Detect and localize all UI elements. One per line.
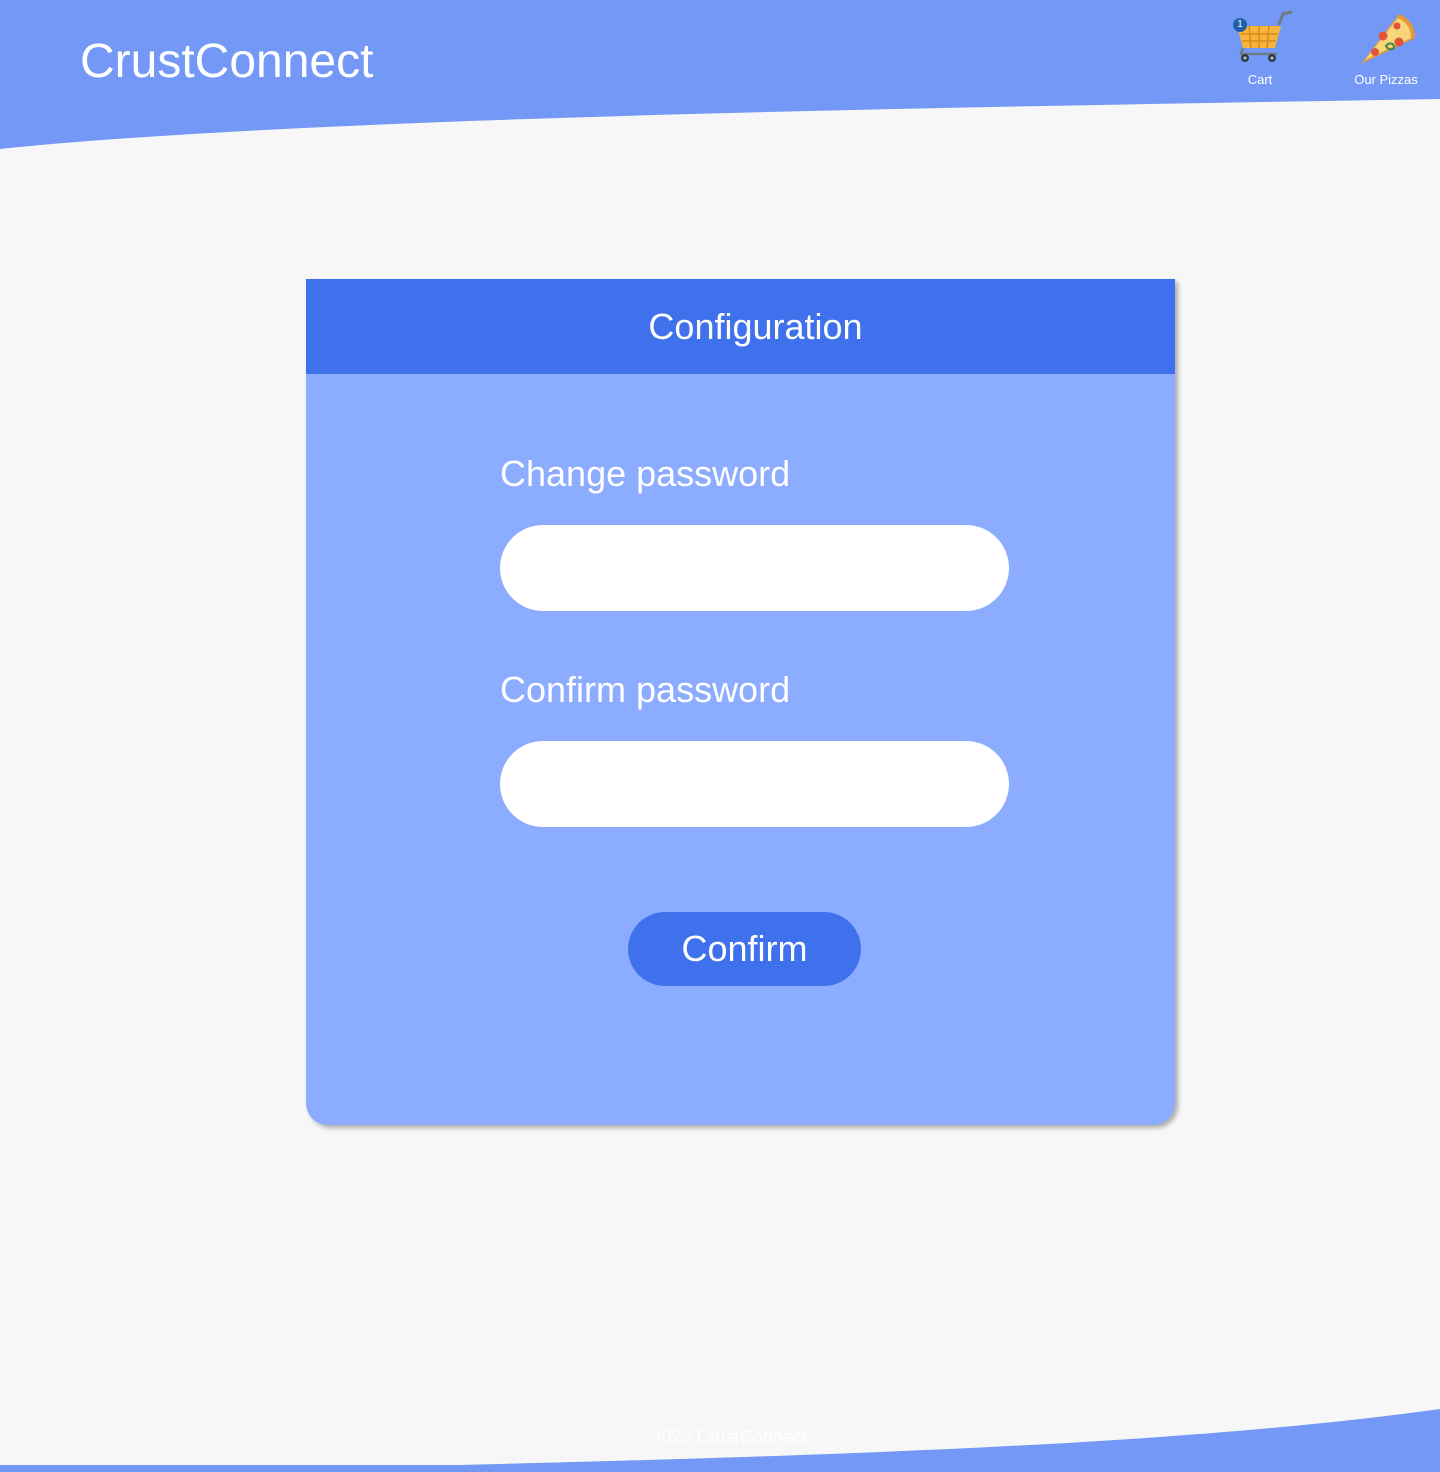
configuration-card: Configuration Change password Confirm pa… <box>306 279 1175 1125</box>
cart-count-badge: 1 <box>1233 18 1247 32</box>
confirm-password-label: Confirm password <box>500 669 791 710</box>
nav-our-pizzas-link[interactable]: Our Pizzas <box>1341 10 1431 88</box>
footer-wave-background <box>0 1409 1440 1472</box>
nav-cart-label: Cart <box>1247 72 1273 87</box>
change-password-label: Change password <box>500 453 791 494</box>
confirm-password-input[interactable] <box>500 741 1009 827</box>
confirm-button[interactable]: Confirm <box>628 912 861 986</box>
configuration-card-header: Configuration <box>306 279 1175 374</box>
footer-copyright-year: © 2022 <box>633 1427 692 1447</box>
nav-our-pizzas-label: Our Pizzas <box>1354 72 1418 87</box>
change-password-input[interactable] <box>500 525 1009 611</box>
pizza-slice-icon <box>1361 14 1415 64</box>
brand-logo-text[interactable]: CrustConnect <box>80 34 373 90</box>
nav-cart-link[interactable]: 1 Cart <box>1215 10 1305 88</box>
configuration-title: Configuration <box>648 305 863 347</box>
footer-copyright: © 2022 CrustConnect <box>0 1426 1440 1448</box>
footer-brand: CrustConnect <box>696 1427 807 1447</box>
